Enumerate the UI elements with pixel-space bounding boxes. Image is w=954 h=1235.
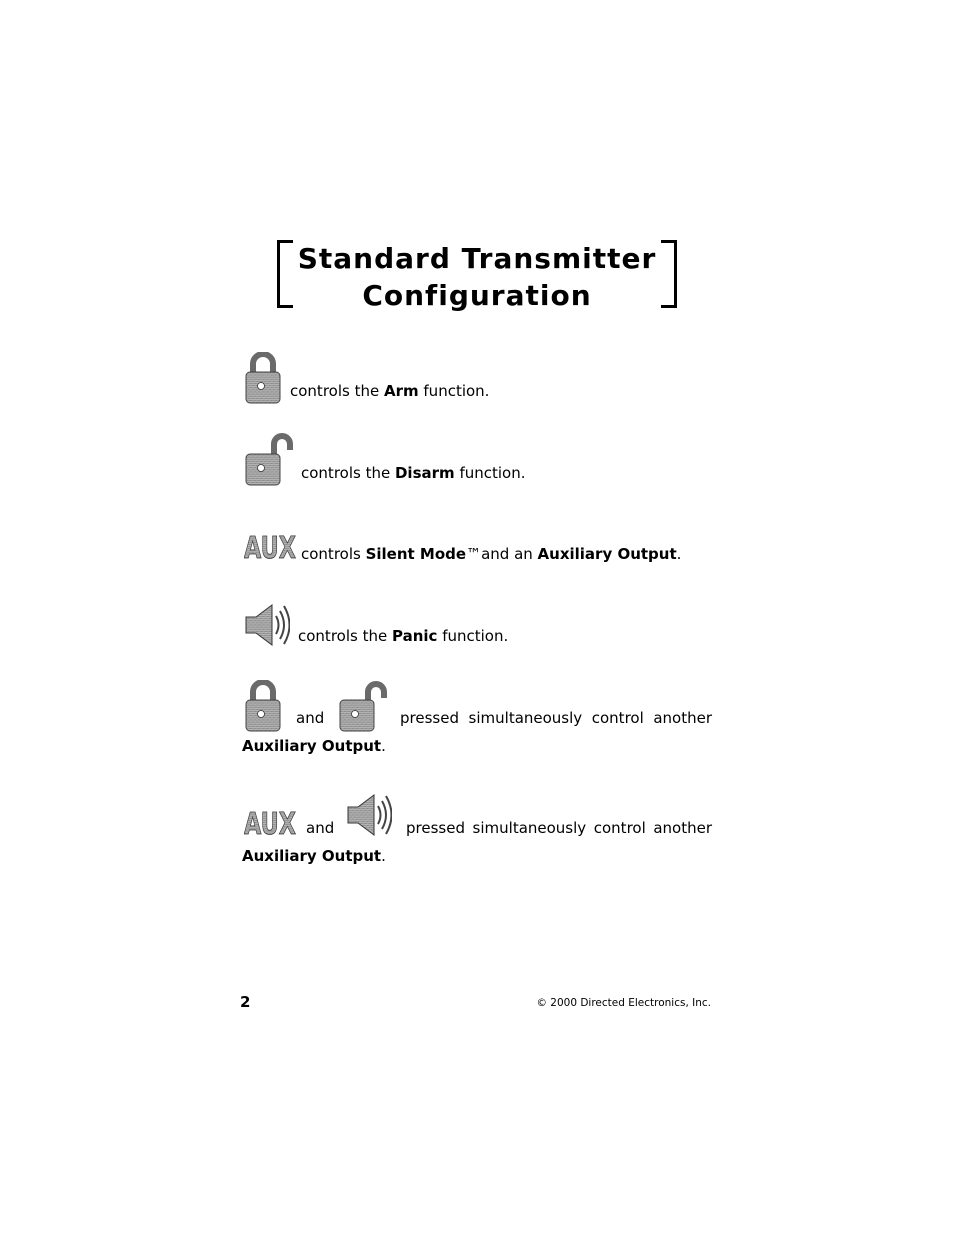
auxiliary-output-label: Auxiliary Output	[537, 545, 677, 563]
title-line-1: Standard Transmitter	[297, 242, 657, 275]
svg-text:AUX: AUX	[244, 532, 296, 560]
title-line-2: Configuration	[362, 279, 592, 312]
and-text: and	[306, 819, 335, 837]
panic-text: controls the Panic function.	[298, 627, 509, 645]
auxiliary-output-label: Auxiliary Output	[242, 737, 382, 755]
lock-open-icon	[245, 433, 293, 486]
lock-open-icon	[339, 681, 387, 732]
combo-text-line-2: Auxiliary Output.	[242, 847, 386, 865]
aux-panic-combo-item: AUX and pressed simultaneously control a…	[242, 792, 712, 872]
panic-label: Panic	[391, 627, 438, 645]
copyright: © 2000 Directed Electronics, Inc.	[536, 997, 711, 1009]
aux-icon: AUX	[244, 532, 296, 560]
disarm-label: Disarm	[394, 464, 455, 482]
disarm-item: controls the Disarm function.	[242, 432, 712, 486]
svg-text:AUX: AUX	[244, 808, 296, 836]
speaker-icon	[245, 604, 290, 646]
arm-item: controls the Arm function.	[242, 352, 712, 404]
page-title: Standard Transmitter Configuration	[277, 240, 677, 314]
combo-text-line-2: Auxiliary Output.	[242, 737, 386, 755]
disarm-text: controls the Disarm function.	[301, 464, 526, 482]
combo-text-line: pressed simultaneously control another	[400, 709, 712, 727]
aux-text: controls Silent Mode™and an Auxiliary Ou…	[301, 545, 682, 563]
speaker-icon	[347, 794, 392, 836]
aux-item: AUX controls Silent Mode™and an Auxiliar…	[242, 532, 712, 566]
manual-page: Standard Transmitter Configuration contr…	[0, 0, 954, 1235]
aux-icon: AUX	[244, 808, 296, 836]
silent-mode-label: Silent Mode	[365, 545, 467, 563]
combo-text-line: pressed simultaneously control another	[406, 819, 712, 837]
page-number: 2	[240, 993, 251, 1011]
auxiliary-output-label: Auxiliary Output	[242, 847, 382, 865]
and-text: and	[296, 709, 325, 727]
lock-closed-icon	[245, 352, 281, 404]
lock-unlock-combo-item: and pressed simultaneously control anoth…	[242, 680, 712, 760]
panic-item: controls the Panic function.	[242, 602, 712, 650]
lock-closed-icon	[245, 680, 281, 732]
title-block: Standard Transmitter Configuration	[277, 240, 677, 312]
arm-text: controls the Arm function.	[290, 382, 490, 400]
arm-label: Arm	[383, 382, 419, 400]
